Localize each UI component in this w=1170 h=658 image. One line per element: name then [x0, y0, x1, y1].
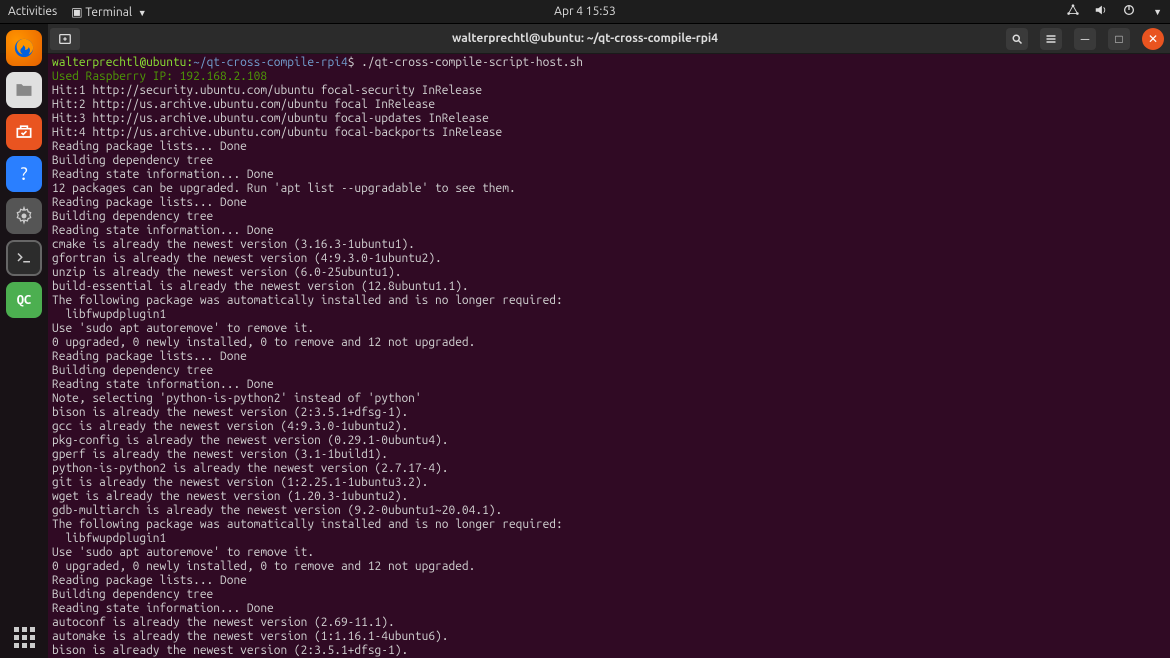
- chevron-down-icon: ▼: [138, 8, 147, 18]
- power-icon[interactable]: [1122, 3, 1136, 20]
- volume-icon[interactable]: [1094, 3, 1108, 20]
- dock-firefox[interactable]: [6, 30, 42, 66]
- close-button[interactable]: ✕: [1142, 28, 1164, 50]
- dock: ? QC: [0, 24, 48, 658]
- terminal-headerbar: walterprechtl@ubuntu: ~/qt-cross-compile…: [0, 24, 1170, 54]
- prompt-dollar: $: [348, 56, 361, 69]
- clock[interactable]: Apr 4 15:53: [554, 5, 616, 18]
- terminal-content[interactable]: walterprechtl@ubuntu:~/qt-cross-compile-…: [48, 54, 1170, 658]
- dock-files[interactable]: [6, 72, 42, 108]
- search-button[interactable]: [1006, 28, 1028, 50]
- terminal-icon: ▣: [71, 6, 82, 19]
- info-line: Used Raspberry IP: 192.168.2.108: [52, 70, 267, 83]
- terminal-menu[interactable]: ▣ Terminal ▼: [71, 5, 146, 19]
- prompt-command: ./qt-cross-compile-script-host.sh: [361, 56, 583, 69]
- terminal-menu-label: Terminal: [85, 6, 132, 19]
- hamburger-menu-button[interactable]: [1040, 28, 1062, 50]
- dock-terminal[interactable]: [6, 240, 42, 276]
- terminal-output: Hit:1 http://security.ubuntu.com/ubuntu …: [52, 84, 563, 658]
- window-title: walterprechtl@ubuntu: ~/qt-cross-compile…: [452, 32, 718, 45]
- show-applications-button[interactable]: [14, 627, 35, 648]
- system-menu-caret-icon[interactable]: ▼: [1153, 7, 1162, 17]
- prompt-user: walterprechtl@ubuntu: [52, 56, 186, 69]
- minimize-button[interactable]: ─: [1074, 28, 1096, 50]
- dock-settings[interactable]: [6, 198, 42, 234]
- dock-help[interactable]: ?: [6, 156, 42, 192]
- dock-qtcreator[interactable]: QC: [6, 282, 42, 318]
- prompt-path: ~/qt-cross-compile-rpi4: [193, 56, 348, 69]
- gnome-topbar: Activities ▣ Terminal ▼ Apr 4 15:53 ▼: [0, 0, 1170, 24]
- network-icon[interactable]: [1066, 3, 1080, 20]
- activities-button[interactable]: Activities: [8, 5, 57, 18]
- new-tab-button[interactable]: [50, 28, 80, 50]
- dock-software[interactable]: [6, 114, 42, 150]
- maximize-button[interactable]: □: [1108, 28, 1130, 50]
